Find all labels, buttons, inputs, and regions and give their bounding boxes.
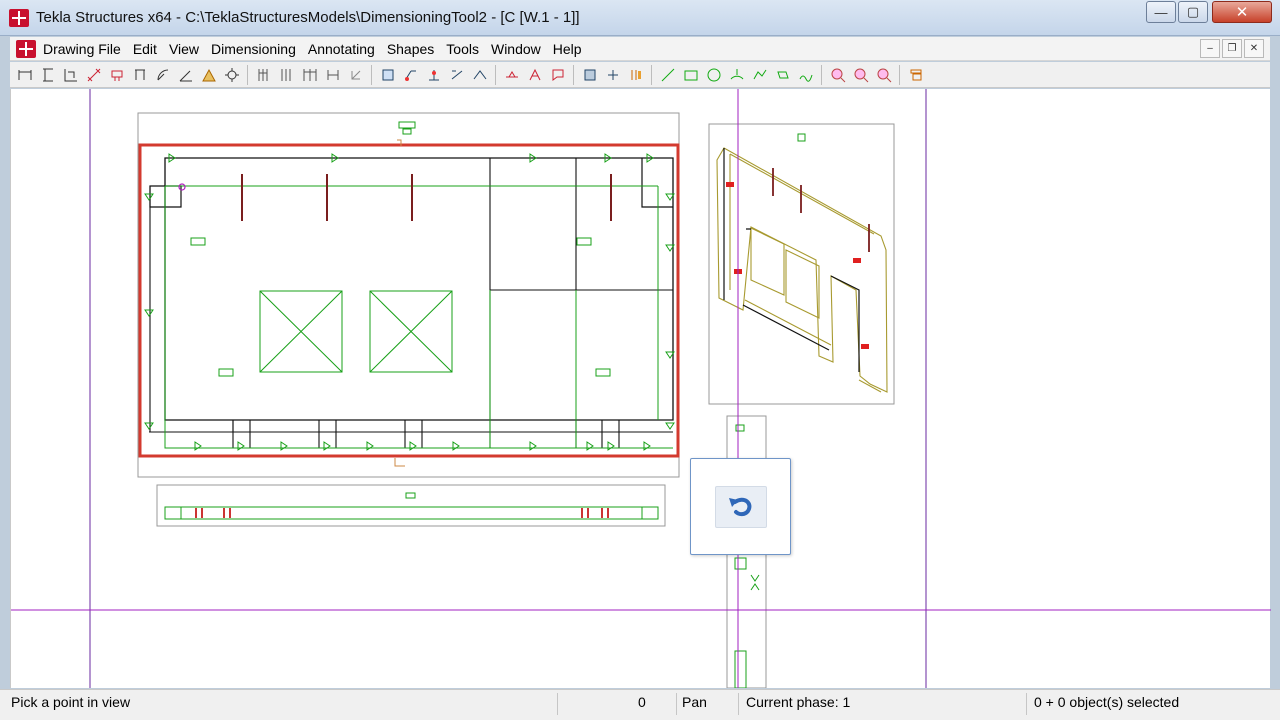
undo-popup	[690, 458, 791, 555]
status-prompt: Pick a point in view	[11, 694, 131, 710]
zoom-out-icon[interactable]	[850, 65, 871, 85]
dwg-link-icon[interactable]	[625, 65, 646, 85]
opening-right	[369, 290, 453, 373]
perpendicular-dimension-icon[interactable]	[129, 65, 150, 85]
remove-dimension-point-icon[interactable]	[276, 65, 297, 85]
maximize-button[interactable]: ▢	[1178, 1, 1208, 23]
tekla-app-icon	[9, 9, 29, 27]
hyperlink-icon[interactable]	[602, 65, 623, 85]
menu-annotating[interactable]: Annotating	[308, 41, 375, 57]
window-title: Tekla Structures x64 - C:\TeklaStructure…	[36, 9, 580, 26]
polygon-icon[interactable]	[772, 65, 793, 85]
menu-dimensioning[interactable]: Dimensioning	[211, 41, 296, 57]
radial-dimension-icon[interactable]	[152, 65, 173, 85]
view-label-mark-top	[397, 121, 416, 146]
mark-icon[interactable]	[400, 65, 421, 85]
menu-drawing-file[interactable]: Drawing File	[43, 41, 121, 57]
line-icon[interactable]	[657, 65, 678, 85]
angle-dimension-icon[interactable]	[175, 65, 196, 85]
associativity-icon[interactable]	[377, 65, 398, 85]
menu-tools[interactable]: Tools	[446, 41, 479, 57]
undo-button[interactable]	[715, 486, 767, 528]
symbol-icon[interactable]	[579, 65, 600, 85]
polyline-icon[interactable]	[749, 65, 770, 85]
front-view-frame	[137, 112, 680, 478]
status-bar: Pick a point in view 0 Pan Current phase…	[0, 689, 1280, 720]
isometric-view	[716, 147, 888, 393]
layout-icon[interactable]	[905, 65, 926, 85]
close-button[interactable]: ✕	[1212, 1, 1272, 23]
level-mark-icon[interactable]	[501, 65, 522, 85]
free-dimension-icon[interactable]	[83, 65, 104, 85]
orthogonal-dimension-icon[interactable]	[60, 65, 81, 85]
drawing-canvas[interactable]	[10, 89, 1271, 688]
menu-edit[interactable]: Edit	[133, 41, 157, 57]
zoom-in-icon[interactable]	[827, 65, 848, 85]
title-bar: Tekla Structures x64 - C:\TeklaStructure…	[0, 0, 1280, 36]
link-dimensions-icon[interactable]	[322, 65, 343, 85]
weld-mark-icon[interactable]	[469, 65, 490, 85]
associative-note-icon[interactable]	[547, 65, 568, 85]
horizontal-dimension-icon[interactable]	[14, 65, 35, 85]
circle-icon[interactable]	[703, 65, 724, 85]
mdi-close-button[interactable]: ✕	[1244, 39, 1264, 58]
dimension-properties-icon[interactable]	[221, 65, 242, 85]
parallel-dimension-icon[interactable]	[106, 65, 127, 85]
menu-shapes[interactable]: Shapes	[387, 41, 434, 57]
bolt-mark-icon[interactable]	[446, 65, 467, 85]
cloud-icon[interactable]	[795, 65, 816, 85]
selected-view-highlight	[138, 143, 680, 458]
part-mark-icon[interactable]	[423, 65, 444, 85]
vertical-dimension-icon[interactable]	[37, 65, 58, 85]
dimension-markers	[144, 153, 675, 451]
dimensioning-toolbar	[10, 62, 1270, 88]
status-selection: 0 + 0 object(s) selected	[1034, 694, 1180, 710]
status-phase: Current phase: 1	[746, 694, 851, 710]
zoom-original-icon[interactable]	[873, 65, 894, 85]
menu-bar: Drawing File Edit View Dimensioning Anno…	[10, 37, 1270, 61]
menu-help[interactable]: Help	[553, 41, 582, 57]
document-icon[interactable]	[16, 40, 36, 58]
add-dimension-point-icon[interactable]	[253, 65, 274, 85]
rectangle-icon[interactable]	[680, 65, 701, 85]
status-mode: Pan	[682, 694, 707, 710]
arc-icon[interactable]	[726, 65, 747, 85]
opening-left	[259, 290, 343, 373]
angle-triangle-icon[interactable]	[198, 65, 219, 85]
dimension-link-icon[interactable]	[345, 65, 366, 85]
status-count: 0	[638, 694, 646, 710]
undo-icon	[729, 497, 752, 517]
text-icon[interactable]	[524, 65, 545, 85]
drawing-sheet[interactable]	[11, 89, 1271, 688]
combine-dimensions-icon[interactable]	[299, 65, 320, 85]
menu-window[interactable]: Window	[491, 41, 541, 57]
section-view	[164, 492, 659, 520]
minimize-button[interactable]: —	[1146, 1, 1176, 23]
mdi-minimize-button[interactable]: –	[1200, 39, 1220, 58]
menu-view[interactable]: View	[169, 41, 199, 57]
mdi-restore-button[interactable]: ❐	[1222, 39, 1242, 58]
